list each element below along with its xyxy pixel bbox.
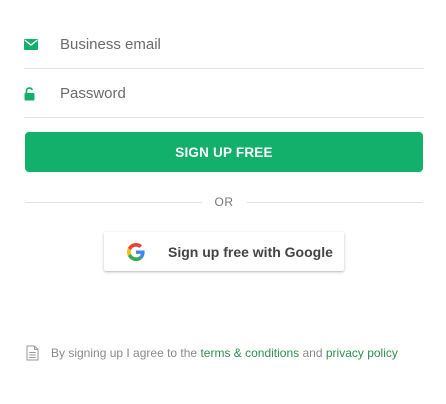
divider-line-right [246,201,423,203]
password-input[interactable] [60,85,390,102]
terms-prefix-text: By signing up I agree to the [51,346,201,360]
unlock-icon [24,86,40,102]
envelope-icon [24,37,40,53]
google-g-icon [127,242,145,261]
or-label: OR [214,195,234,209]
email-field-row [24,21,424,69]
email-input[interactable] [60,36,390,53]
signup-form: SIGN UP FREE OR Sign up free with Google… [0,0,446,404]
google-signup-button[interactable]: Sign up free with Google [104,232,344,271]
sign-up-free-button[interactable]: SIGN UP FREE [25,132,423,172]
password-field-row [24,70,424,118]
terms-notice: By signing up I agree to the terms & con… [26,344,398,362]
document-icon [26,345,39,361]
or-divider: OR [25,193,423,211]
divider-line-left [25,201,202,203]
privacy-policy-link[interactable]: privacy policy [326,346,398,360]
terms-middle-text: and [299,346,326,360]
terms-conditions-link[interactable]: terms & conditions [200,346,299,360]
google-button-label: Sign up free with Google [168,243,333,260]
